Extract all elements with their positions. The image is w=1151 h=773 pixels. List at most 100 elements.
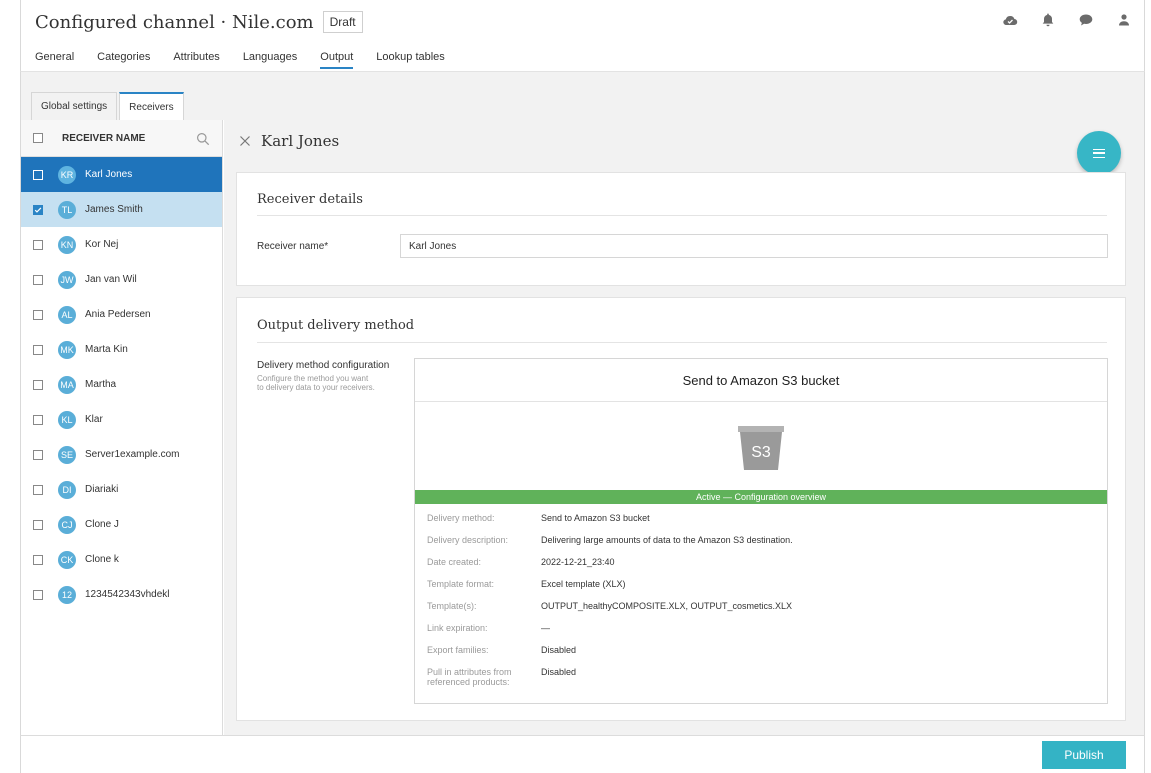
menu-fab-button[interactable] — [1077, 131, 1121, 175]
receiver-row[interactable]: DI Diariaki — [21, 472, 222, 507]
config-row: Template format: Excel template (XLX) — [427, 579, 1097, 589]
bell-icon[interactable] — [1040, 12, 1056, 28]
receiver-row[interactable]: KN Kor Nej — [21, 227, 222, 262]
main-nav-tabs: General Categories Attributes Languages … — [35, 51, 468, 69]
config-value: 2022-12-21_23:40 — [541, 557, 615, 567]
detail-header: Karl Jones — [224, 120, 1145, 162]
receiver-name: Kor Nej — [85, 239, 119, 250]
config-value: Disabled — [541, 645, 577, 655]
app-window: Configured channel · Nile.com Draft Gene… — [0, 0, 1151, 773]
config-value: OUTPUT_healthyCOMPOSITE.XLX, OUTPUT_cosm… — [541, 601, 793, 611]
row-checkbox[interactable] — [33, 589, 43, 600]
status-badge: Draft — [322, 11, 363, 33]
receiver-name: Ania Pedersen — [85, 309, 151, 320]
close-icon[interactable] — [239, 135, 251, 147]
row-checkbox[interactable] — [33, 239, 43, 250]
column-header-receiver-name: RECEIVER NAME — [62, 132, 146, 144]
status-bar: Active — Configuration overview — [415, 490, 1107, 504]
avatar: KN — [58, 235, 76, 254]
row-checkbox[interactable] — [33, 414, 43, 425]
chat-icon[interactable] — [1078, 12, 1094, 28]
tab-output[interactable]: Output — [320, 51, 354, 69]
receiver-name: Karl Jones — [85, 169, 133, 180]
config-row: Delivery description: Delivering large am… — [427, 535, 1097, 545]
row-checkbox[interactable] — [33, 484, 43, 495]
s3-bucket-icon: S3 — [738, 426, 784, 470]
config-row: Delivery method: Send to Amazon S3 bucket — [427, 513, 1097, 523]
receiver-list-header: RECEIVER NAME — [21, 120, 222, 157]
subtab-receivers[interactable]: Receivers — [119, 92, 184, 120]
tab-lookup-tables[interactable]: Lookup tables — [376, 51, 445, 69]
receiver-name: 1234542343vhdekl — [85, 589, 170, 600]
receiver-name: Klar — [85, 414, 103, 425]
receiver-row[interactable]: JW Jan van Wil — [21, 262, 222, 297]
avatar: AL — [58, 305, 76, 324]
config-key: Template(s): — [427, 601, 477, 611]
sub-tabs: Global settings Receivers — [31, 92, 186, 120]
config-value: Disabled — [541, 667, 577, 677]
row-checkbox[interactable] — [33, 274, 43, 285]
receiver-row[interactable]: TL James Smith — [21, 192, 222, 227]
publish-button[interactable]: Publish — [1042, 741, 1126, 769]
receiver-name-field[interactable] — [400, 234, 1108, 258]
receiver-name: Jan van Wil — [85, 274, 137, 285]
config-value: Delivering large amounts of data to the … — [541, 535, 793, 545]
sub-tab-bar: Global settings Receivers — [20, 72, 1145, 120]
config-key: Pull in attributes from referenced produ… — [427, 667, 512, 687]
delivery-method-panel[interactable]: Send to Amazon S3 bucket S3 Active — Con… — [414, 358, 1108, 704]
tab-categories[interactable]: Categories — [97, 51, 150, 69]
receiver-name: Clone J — [85, 519, 119, 530]
config-key: Template format: — [427, 579, 495, 589]
row-checkbox[interactable] — [33, 519, 43, 530]
title-row: Configured channel · Nile.com Draft — [35, 11, 363, 33]
tab-attributes[interactable]: Attributes — [173, 51, 219, 69]
receiver-detail-pane: Karl Jones Receiver details Receiver nam… — [224, 120, 1145, 735]
output-delivery-heading: Output delivery method — [257, 318, 415, 333]
receiver-details-heading: Receiver details — [257, 192, 363, 207]
cloud-check-icon[interactable] — [1002, 12, 1018, 28]
avatar: DI — [58, 480, 76, 499]
avatar: 12 — [58, 585, 76, 604]
config-key: Export families: — [427, 645, 489, 655]
row-checkbox[interactable] — [33, 554, 43, 565]
config-row: Template(s): OUTPUT_healthyCOMPOSITE.XLX,… — [427, 601, 1097, 611]
receiver-details-card: Receiver details Receiver name* — [236, 172, 1126, 286]
channel-header: Configured channel · Nile.com Draft Gene… — [20, 0, 1145, 72]
receiver-row[interactable]: AL Ania Pedersen — [21, 297, 222, 332]
config-row: Pull in attributes from referenced produ… — [427, 667, 1097, 687]
receiver-name: Martha — [85, 379, 117, 390]
delivery-config-help: Configure the method you want to deliver… — [257, 374, 375, 392]
select-all-checkbox[interactable] — [33, 133, 43, 143]
receiver-name-label: Receiver name* — [257, 241, 329, 252]
divider — [257, 215, 1107, 216]
row-checkbox[interactable] — [33, 309, 43, 320]
row-checkbox[interactable] — [33, 204, 43, 215]
row-checkbox[interactable] — [33, 379, 43, 390]
config-key: Delivery method: — [427, 513, 495, 523]
receiver-row[interactable]: KR Karl Jones — [21, 157, 222, 192]
row-checkbox[interactable] — [33, 344, 43, 355]
tab-languages[interactable]: Languages — [243, 51, 297, 69]
config-row: Export families: Disabled — [427, 645, 1097, 655]
menu-icon — [1093, 148, 1105, 158]
receiver-list: RECEIVER NAME KR Karl Jones TL James Smith K… — [20, 120, 223, 735]
tab-general[interactable]: General — [35, 51, 74, 69]
receiver-row[interactable]: KL Klar — [21, 402, 222, 437]
receiver-name: Server1example.com — [85, 449, 180, 460]
receiver-row[interactable]: CJ Clone J — [21, 507, 222, 542]
receiver-name: Clone k — [85, 554, 119, 565]
row-checkbox[interactable] — [33, 169, 43, 180]
avatar: JW — [58, 270, 76, 289]
avatar: MA — [58, 375, 76, 394]
receiver-row[interactable]: MA Martha — [21, 367, 222, 402]
search-icon[interactable] — [196, 132, 210, 146]
user-icon[interactable] — [1116, 12, 1132, 28]
receiver-row[interactable]: SE Server1example.com — [21, 437, 222, 472]
receiver-row[interactable]: 12 1234542343vhdekl — [21, 577, 222, 612]
avatar: CK — [58, 550, 76, 569]
page-title: Configured channel · Nile.com — [35, 11, 314, 33]
receiver-row[interactable]: CK Clone k — [21, 542, 222, 577]
receiver-row[interactable]: MK Marta Kin — [21, 332, 222, 367]
row-checkbox[interactable] — [33, 449, 43, 460]
subtab-global-settings[interactable]: Global settings — [31, 92, 118, 120]
